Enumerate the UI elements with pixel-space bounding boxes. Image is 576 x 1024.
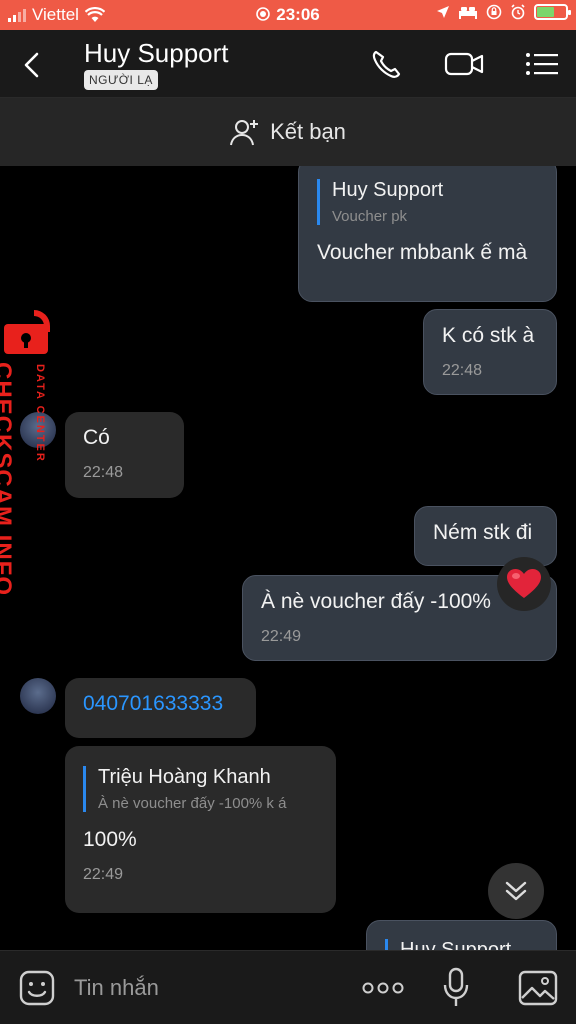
- chat-header: Huy Support NGƯỜI LẠ: [0, 30, 576, 98]
- message-bubble[interactable]: 040701633333: [65, 678, 256, 738]
- quoted-reply[interactable]: Huy Support Voucher pk: [317, 179, 538, 225]
- menu-icon[interactable]: [524, 48, 560, 80]
- watermark-sub: DATA CENTER: [34, 364, 46, 463]
- image-gallery-icon[interactable]: [518, 969, 558, 1007]
- phone-number-link[interactable]: 040701633333: [83, 692, 238, 716]
- message-time: 22:49: [83, 866, 124, 883]
- message-bubble[interactable]: Có 22:48: [65, 412, 184, 498]
- microphone-icon[interactable]: [442, 967, 470, 1009]
- video-call-icon[interactable]: [444, 48, 486, 80]
- contact-name[interactable]: Huy Support: [84, 38, 229, 69]
- message-text: Có: [83, 426, 110, 449]
- add-friend-icon: [230, 120, 259, 146]
- message-text: K có stk à: [442, 324, 535, 347]
- message-time: 22:48: [83, 464, 124, 481]
- chat-messages[interactable]: Huy Support Voucher pk Voucher mbbank ế …: [0, 166, 576, 950]
- watermark-brand: CHECKSCAM.INFO: [0, 362, 16, 596]
- message-bubble[interactable]: Triệu Hoàng Khanh À nè voucher đấy -100%…: [65, 746, 336, 913]
- message-bubble[interactable]: Huy Support Voucher pk Voucher mbbank ế …: [298, 166, 557, 302]
- rotation-lock-icon: [486, 4, 502, 20]
- back-arrow-icon[interactable]: [18, 50, 48, 80]
- battery-icon: [534, 4, 571, 20]
- message-time: 22:49: [261, 628, 302, 645]
- recording-icon: [256, 7, 271, 21]
- stranger-badge: NGƯỜI LẠ: [84, 70, 158, 90]
- bed-icon: [459, 7, 477, 19]
- status-right: [436, 4, 571, 20]
- quote-sender: Huy Support: [332, 179, 444, 201]
- heart-reaction[interactable]: [497, 557, 551, 611]
- quote-text: Voucher pk: [332, 208, 408, 225]
- status-time: 23:06: [276, 5, 320, 24]
- message-bubble[interactable]: Huy Support: [366, 920, 557, 950]
- add-friend-bar[interactable]: Kết bạn: [0, 98, 576, 166]
- message-text: 100%: [83, 828, 137, 851]
- quote-sender: Triệu Hoàng Khanh: [98, 766, 271, 788]
- location-icon: [437, 6, 449, 18]
- message-bubble[interactable]: K có stk à 22:48: [423, 309, 557, 395]
- add-friend-label: Kết bạn: [270, 119, 346, 144]
- phone-call-icon[interactable]: [370, 48, 406, 80]
- scroll-to-bottom-button[interactable]: [488, 863, 544, 919]
- message-composer: Tin nhắn: [0, 950, 576, 1024]
- quote-text: À nè voucher đấy -100% k á: [98, 795, 287, 812]
- heart-icon: [507, 569, 541, 598]
- quoted-reply[interactable]: Triệu Hoàng Khanh À nè voucher đấy -100%…: [83, 766, 318, 812]
- message-text: Ném stk đi: [433, 521, 533, 544]
- status-bar: Viettel 23:06: [0, 0, 576, 30]
- double-chevron-down-icon: [505, 881, 527, 901]
- message-input[interactable]: Tin nhắn: [74, 975, 159, 1001]
- quote-sender: Huy Support: [400, 939, 512, 950]
- message-time: 22:48: [442, 362, 483, 379]
- contact-avatar[interactable]: [20, 678, 56, 714]
- sticker-icon[interactable]: [18, 969, 56, 1007]
- watermark-lock-logo: [4, 310, 50, 354]
- alarm-icon: [511, 4, 525, 20]
- message-text: À nè voucher đấy -100%: [261, 590, 491, 613]
- message-bubble[interactable]: Ném stk đi: [414, 506, 557, 566]
- message-text: Voucher mbbank ế mà: [317, 241, 528, 264]
- more-options-icon[interactable]: [362, 981, 404, 995]
- quoted-reply[interactable]: Huy Support: [385, 939, 538, 950]
